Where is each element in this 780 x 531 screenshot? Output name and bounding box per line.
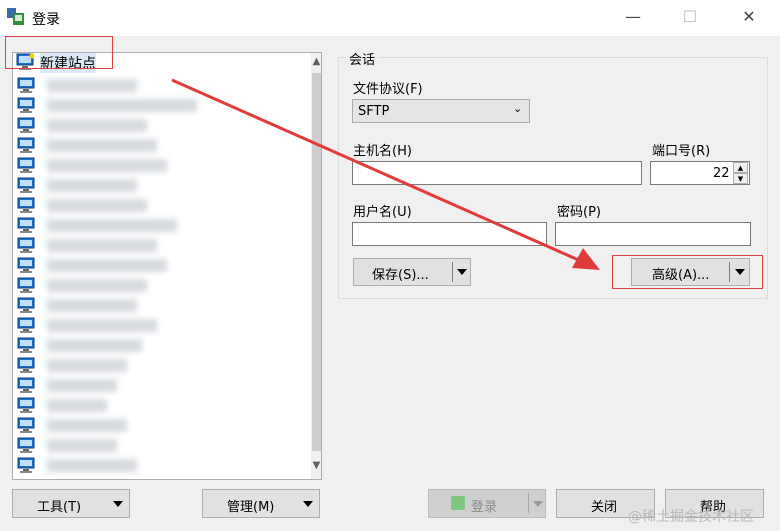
annotation-arrow: [171, 78, 600, 270]
